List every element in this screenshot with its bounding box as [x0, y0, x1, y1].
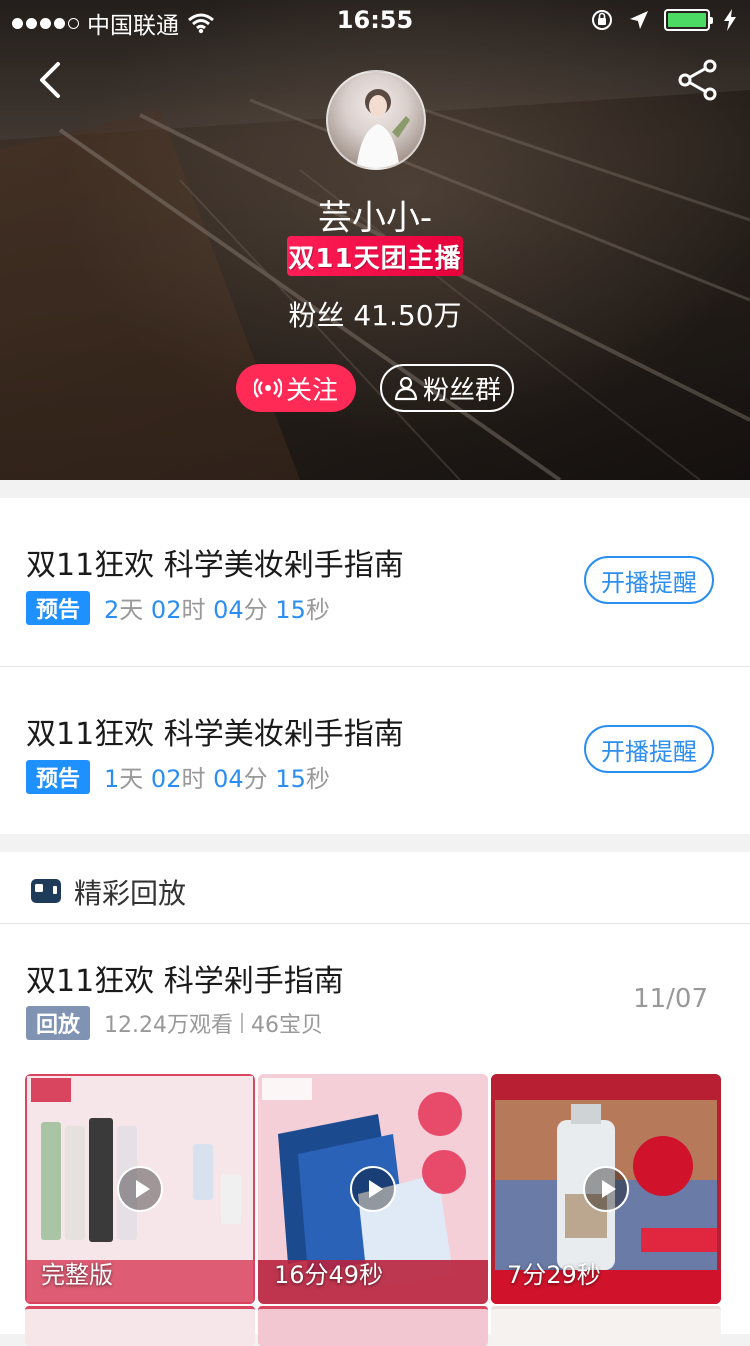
- preview-meta: 预告 1天 02时 04分 15秒: [26, 759, 330, 794]
- preview-card[interactable]: 双11狂欢 科学美妆剁手指南 预告 1天 02时 04分 15秒 开播提醒: [0, 667, 750, 834]
- share-icon: [678, 59, 717, 101]
- replay-video-thumbnail[interactable]: 16分49秒: [258, 1074, 488, 1304]
- replay-video-thumbnail-partial[interactable]: [258, 1306, 488, 1346]
- preview-card[interactable]: 双11狂欢 科学美妆剁手指南 预告 2天 02时 04分 15秒 开播提醒: [0, 498, 750, 666]
- countdown: 2天 02时 04分 15秒: [104, 596, 330, 624]
- anchor-header: 中国联通 16:55 芸小小- 双11天团主播 粉丝 41.50万 关注 粉丝群: [0, 0, 750, 480]
- anchor-title-badge: 双11天团主播: [287, 236, 463, 276]
- anchor-name: 芸小小-: [317, 198, 433, 238]
- charging-icon: [724, 9, 736, 31]
- fan-group-button[interactable]: 粉丝群: [380, 364, 514, 412]
- live-reminder-button[interactable]: 开播提醒: [584, 556, 714, 604]
- replay-tag: 回放: [26, 1006, 90, 1040]
- video-duration: 16分49秒: [274, 1261, 384, 1289]
- battery-icon: [664, 9, 713, 31]
- user-group-icon: [394, 376, 418, 401]
- fans-count: 粉丝 41.50万: [288, 299, 462, 332]
- broadcast-icon: [253, 378, 282, 398]
- follow-button[interactable]: 关注: [236, 364, 356, 412]
- status-right: [590, 8, 736, 32]
- video-duration: 完整版: [41, 1261, 113, 1289]
- back-button[interactable]: [30, 58, 74, 102]
- view-count: 12.24万观看: [104, 1013, 233, 1038]
- video-camera-icon: [31, 879, 61, 903]
- replay-section: 精彩回放 双11狂欢 科学剁手指南 回放 12.24万观看 46宝贝 11/07…: [0, 852, 750, 1334]
- fan-group-label: 粉丝群: [422, 375, 501, 406]
- replay-video-thumbnail-partial[interactable]: [491, 1306, 721, 1346]
- item-count: 46宝贝: [250, 1013, 323, 1038]
- stats-separator: [240, 1013, 243, 1033]
- replay-section-title: 精彩回放: [74, 877, 187, 910]
- replay-video-thumbnail-partial[interactable]: [25, 1306, 255, 1346]
- replay-date: 11/07: [633, 984, 708, 1014]
- follow-label: 关注: [285, 375, 338, 406]
- anchor-avatar[interactable]: [326, 70, 426, 170]
- preview-title: 双11狂欢 科学美妆剁手指南: [26, 548, 404, 583]
- play-icon: [117, 1166, 163, 1212]
- replay-stats: 12.24万观看 46宝贝: [104, 1007, 323, 1039]
- replay-video-thumbnail[interactable]: 7分29秒: [491, 1074, 721, 1304]
- replay-section-header: 精彩回放: [0, 852, 750, 924]
- countdown: 1天 02时 04分 15秒: [104, 765, 330, 793]
- avatar-photo: [356, 89, 410, 168]
- preview-title: 双11狂欢 科学美妆剁手指南: [26, 717, 404, 752]
- chevron-left-icon: [40, 62, 60, 98]
- location-icon: [630, 11, 648, 29]
- orientation-lock-icon: [592, 10, 612, 30]
- preview-tag: 预告: [26, 590, 90, 625]
- preview-tag: 预告: [26, 759, 90, 794]
- replay-meta: 回放 12.24万观看 46宝贝: [26, 1006, 323, 1040]
- replay-title[interactable]: 双11狂欢 科学剁手指南: [26, 956, 344, 1000]
- play-icon: [350, 1166, 396, 1212]
- share-button[interactable]: [676, 58, 720, 102]
- status-bar: 中国联通 16:55: [0, 0, 750, 40]
- replay-video-thumbnail[interactable]: 完整版: [25, 1074, 255, 1304]
- video-duration: 7分29秒: [507, 1261, 601, 1289]
- preview-meta: 预告 2天 02时 04分 15秒: [26, 590, 330, 625]
- play-icon: [583, 1166, 629, 1212]
- live-reminder-button[interactable]: 开播提醒: [584, 725, 714, 773]
